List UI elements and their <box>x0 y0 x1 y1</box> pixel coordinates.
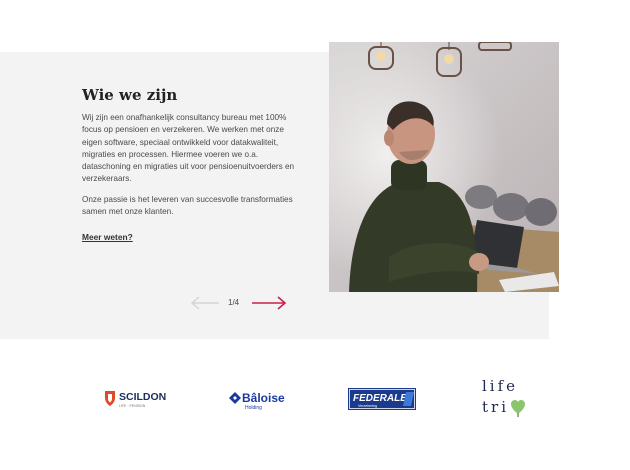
team-member-photo <box>329 42 559 292</box>
lifetri-wordmark-line2: tri <box>482 398 509 416</box>
about-paragraph: Wij zijn een onafhankelijk consultancy b… <box>82 113 295 184</box>
carousel-pager: 1/4 <box>190 294 294 312</box>
section-title: Wie we zijn <box>82 86 178 104</box>
baloise-sub: Holding <box>245 405 262 411</box>
more-info-link[interactable]: Meer weten? <box>82 232 133 242</box>
federale-logo: FEDERALE Verzekering <box>348 388 416 410</box>
heart-leaf-icon <box>511 400 525 417</box>
baloise-wordmark: Bâloise <box>242 391 285 405</box>
about-paragraph: Onze passie is het leveren van succesvol… <box>82 195 293 217</box>
scildon-logo: SCILDON LIFE · PENSION <box>104 389 176 409</box>
scildon-wordmark: SCILDON <box>119 391 166 403</box>
scildon-tagline: LIFE · PENSION <box>119 404 146 408</box>
arrow-right-icon[interactable] <box>251 295 287 311</box>
slide-counter: 1/4 <box>228 298 240 307</box>
baloise-logo: Bâloise Holding <box>228 389 294 411</box>
federale-sub: Verzekering <box>358 404 377 408</box>
lifetri-logo: life tri <box>478 377 528 421</box>
federale-wordmark: FEDERALE <box>353 393 407 404</box>
lifetri-wordmark-line1: life <box>482 377 519 395</box>
arrow-left-icon[interactable] <box>190 295 220 311</box>
